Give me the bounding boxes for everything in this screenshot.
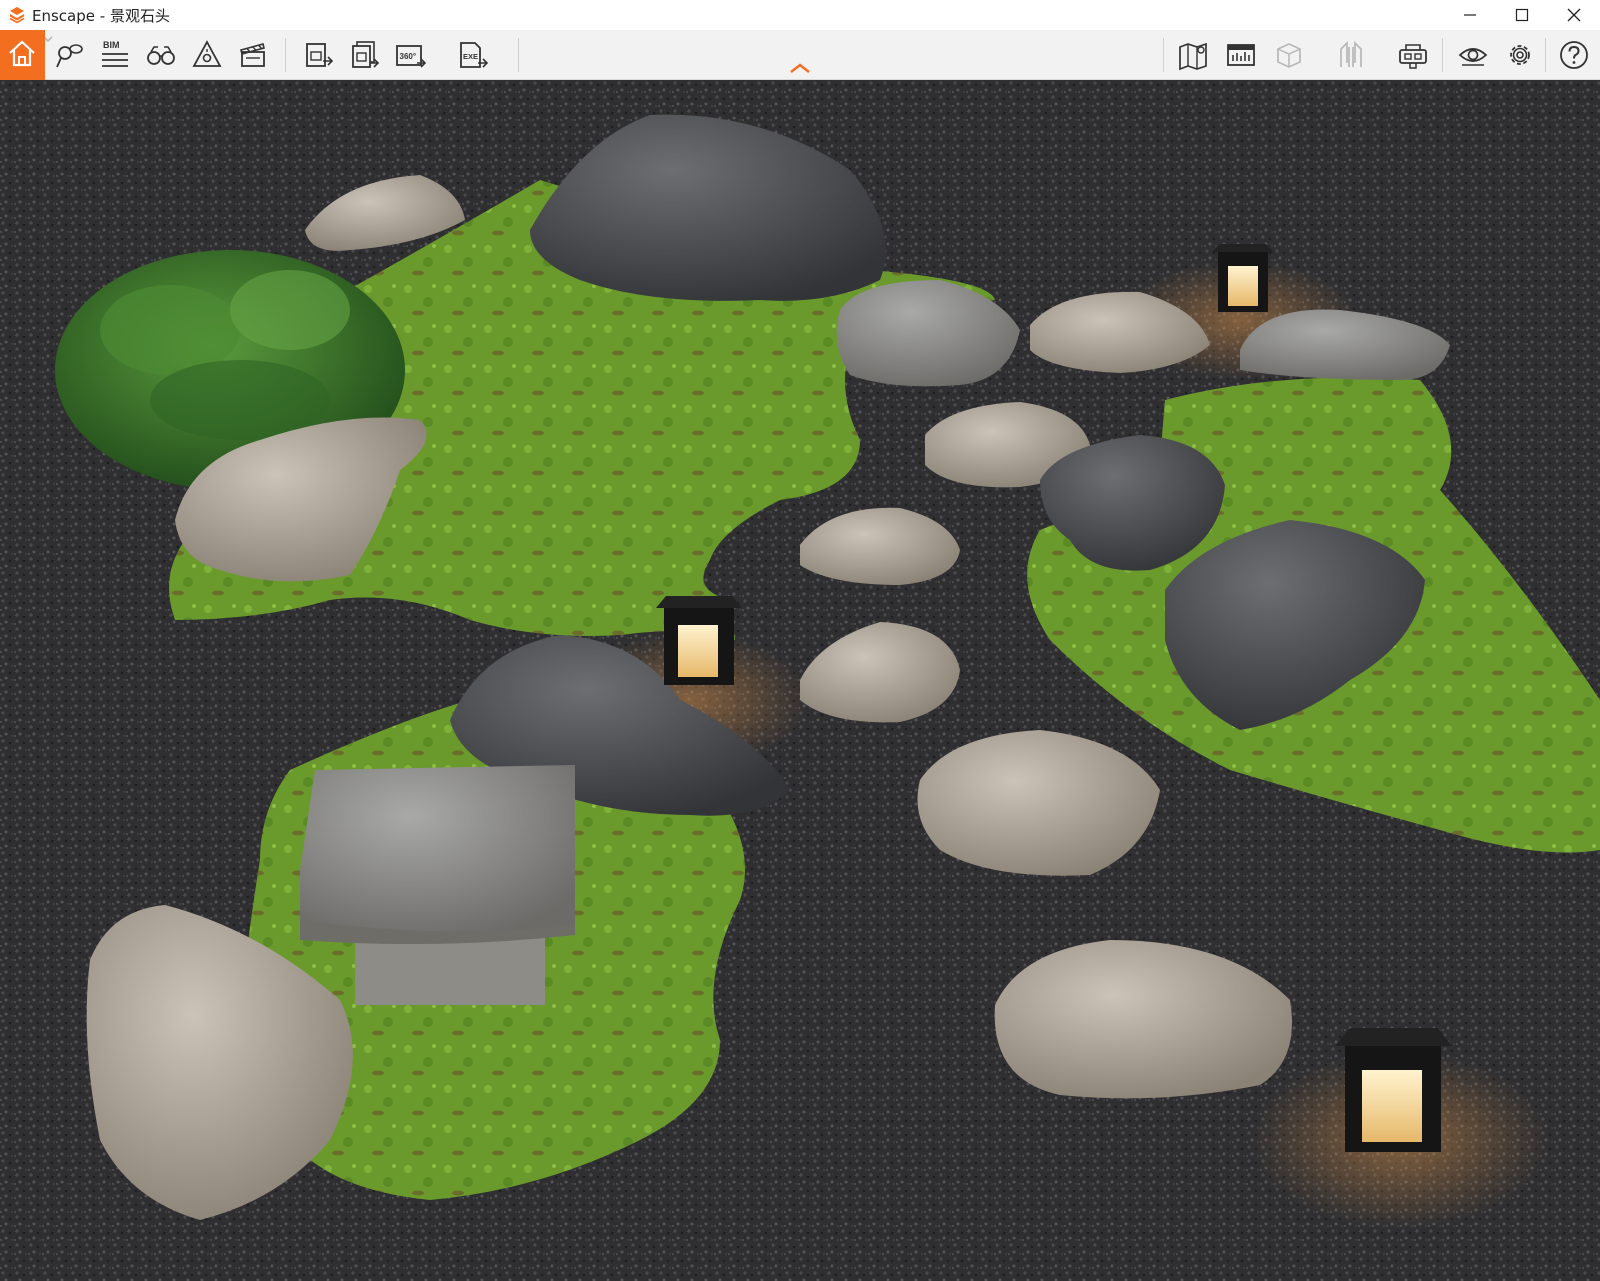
video-editor-icon xyxy=(240,43,265,67)
project-name: 景观石头 xyxy=(109,7,170,25)
close-icon xyxy=(1567,8,1581,22)
batch-render-button[interactable] xyxy=(342,30,388,80)
panorama-export-icon: 360° xyxy=(396,45,427,68)
map-button[interactable] xyxy=(1170,30,1216,80)
settings-button[interactable] xyxy=(1497,30,1543,80)
minimize-button[interactable] xyxy=(1444,0,1496,30)
binoculars-icon xyxy=(147,46,175,65)
batch-render-icon xyxy=(352,41,380,68)
toolbar-separator xyxy=(1163,38,1164,72)
bim-button[interactable]: BIM xyxy=(92,30,138,80)
garden-lantern-front xyxy=(1335,1028,1452,1152)
window-title: Enscape - 景观石头 xyxy=(32,5,170,26)
vr-headset-icon xyxy=(1399,44,1427,69)
bim-label: BIM xyxy=(103,40,120,50)
section-icon xyxy=(1340,40,1362,67)
home-icon xyxy=(9,40,35,67)
vr-headset-button[interactable] xyxy=(1390,30,1436,80)
video-editor-button[interactable] xyxy=(230,30,276,80)
collapse-toolbar-icon[interactable] xyxy=(788,62,812,74)
toolbar-separator xyxy=(518,38,519,72)
garden-lantern-middle xyxy=(656,596,742,685)
asset-library-button[interactable] xyxy=(1218,30,1264,80)
minimize-icon xyxy=(1464,14,1476,16)
maximize-button[interactable] xyxy=(1496,0,1548,30)
help-button[interactable] xyxy=(1551,30,1597,80)
maximize-icon xyxy=(1515,8,1529,22)
toolbar-separator xyxy=(285,38,286,72)
box-icon xyxy=(1277,43,1301,68)
visibility-icon xyxy=(1458,48,1488,66)
enscape-logo-icon xyxy=(9,7,25,24)
render-viewport[interactable] xyxy=(0,80,1600,1281)
box-button[interactable] xyxy=(1266,30,1312,80)
screenshot-export-icon xyxy=(306,43,334,67)
light-view-button[interactable] xyxy=(184,30,230,80)
help-icon xyxy=(1560,41,1588,69)
screenshot-export-button[interactable] xyxy=(296,30,342,80)
settings-icon xyxy=(1510,45,1530,65)
landscape-scene xyxy=(0,80,1600,1281)
light-view-icon xyxy=(192,40,222,67)
garden-lantern-top xyxy=(1212,244,1274,312)
views-button[interactable] xyxy=(46,30,92,80)
title-bar: Enscape - 景观石头 xyxy=(0,0,1600,30)
panorama-label: 360° xyxy=(400,52,417,61)
title-separator: - xyxy=(95,7,110,25)
toolbar-separator xyxy=(1442,38,1443,72)
exe-label: EXE xyxy=(463,52,478,61)
home-button[interactable] xyxy=(0,30,45,80)
panorama-export-button[interactable]: 360° xyxy=(388,30,434,80)
views-pin-icon xyxy=(56,44,83,68)
visibility-button[interactable] xyxy=(1450,30,1496,80)
asset-library-icon xyxy=(1227,44,1255,66)
exe-export-button[interactable]: EXE xyxy=(450,30,496,80)
section-button[interactable] xyxy=(1328,30,1374,80)
app-name: Enscape xyxy=(32,7,95,25)
close-button[interactable] xyxy=(1548,0,1600,30)
toolbar-separator xyxy=(1545,38,1546,72)
exe-export-icon: EXE xyxy=(460,42,489,68)
bim-icon: BIM xyxy=(102,40,128,67)
binoculars-button[interactable] xyxy=(138,30,184,80)
map-icon xyxy=(1179,42,1207,71)
